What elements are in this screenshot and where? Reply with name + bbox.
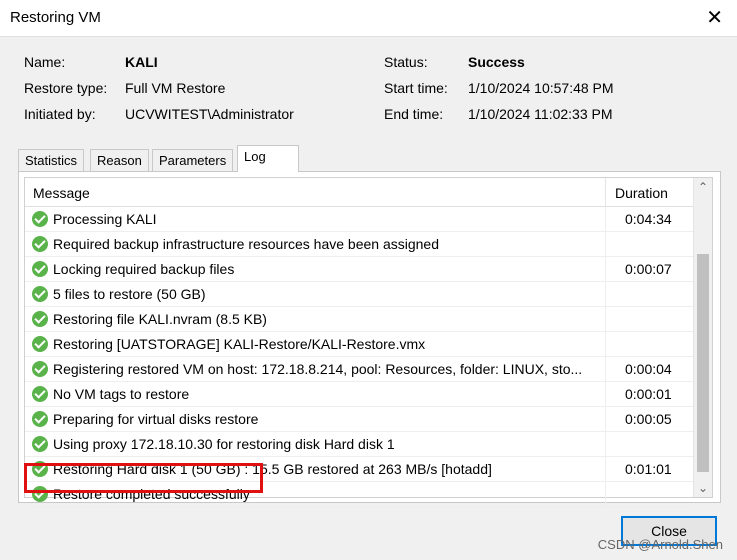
row-divider	[605, 332, 606, 356]
row-divider	[605, 432, 606, 456]
log-rows: Processing KALI 0:04:34 Required backup in…	[25, 207, 693, 507]
log-duration: 0:01:01	[625, 461, 672, 477]
log-duration: 0:00:04	[625, 361, 672, 377]
success-check-icon	[32, 361, 48, 377]
tab-reason[interactable]: Reason	[90, 149, 149, 172]
log-row[interactable]: Processing KALI 0:04:34	[25, 207, 693, 232]
row-divider	[605, 482, 606, 506]
tab-statistics[interactable]: Statistics	[18, 149, 85, 172]
log-row[interactable]: 5 files to restore (50 GB)	[25, 282, 693, 307]
log-message: Registering restored VM on host: 172.18.…	[53, 361, 583, 377]
log-message: Restoring Hard disk 1 (50 GB) : 15.5 GB …	[53, 461, 492, 477]
log-row[interactable]: Required backup infrastructure resources…	[25, 232, 693, 257]
log-panel: Message Duration Processing KALI 0:04:34 R…	[18, 171, 721, 507]
success-check-icon	[32, 286, 48, 302]
row-divider	[605, 457, 606, 481]
start-time-value: 1/10/2024 10:57:48 PM	[468, 80, 614, 96]
row-divider	[605, 407, 606, 431]
log-message: Preparing for virtual disks restore	[53, 411, 259, 427]
success-check-icon	[32, 386, 48, 402]
name-value: KALI	[125, 54, 158, 70]
scroll-down-icon[interactable]: ⌄	[694, 479, 712, 497]
log-message: 5 files to restore (50 GB)	[53, 286, 206, 302]
log-message: Processing KALI	[53, 211, 157, 227]
log-message: Using proxy 172.18.10.30 for restoring d…	[53, 436, 395, 452]
scroll-thumb[interactable]	[697, 254, 709, 472]
log-duration: 0:00:05	[625, 411, 672, 427]
success-check-icon	[32, 211, 48, 227]
success-check-icon	[32, 236, 48, 252]
log-row[interactable]: Restoring file KALI.nvram (8.5 KB)	[25, 307, 693, 332]
log-message: Required backup infrastructure resources…	[53, 236, 440, 252]
log-row[interactable]: Registering restored VM on host: 172.18.…	[25, 357, 693, 382]
vertical-scrollbar[interactable]: ⌃ ⌄	[693, 178, 712, 497]
log-row[interactable]: Using proxy 172.18.10.30 for restoring d…	[25, 432, 693, 457]
row-divider	[605, 357, 606, 381]
restore-type-value: Full VM Restore	[125, 80, 226, 96]
log-duration: 0:00:01	[625, 386, 672, 402]
success-check-icon	[32, 486, 48, 502]
tab-log[interactable]: Log	[237, 145, 299, 172]
restore-type-label: Restore type:	[24, 80, 108, 96]
row-divider	[605, 257, 606, 281]
success-check-icon	[32, 311, 48, 327]
message-column-header[interactable]: Message	[33, 185, 90, 201]
log-message: Locking required backup files	[53, 261, 235, 277]
close-icon[interactable]: ✕	[706, 5, 723, 30]
window-title: Restoring VM	[10, 9, 101, 26]
tab-parameters[interactable]: Parameters	[152, 149, 234, 172]
log-message: Restoring file KALI.nvram (8.5 KB)	[53, 311, 267, 327]
log-message: Restoring [UATSTORAGE] KALI-Restore/KALI…	[53, 336, 426, 352]
status-value: Success	[468, 54, 525, 70]
column-divider[interactable]	[605, 178, 606, 206]
row-divider	[605, 282, 606, 306]
success-check-icon	[32, 461, 48, 477]
success-check-icon	[32, 261, 48, 277]
log-message: Restore completed successfully	[53, 486, 250, 502]
row-divider	[605, 207, 606, 231]
success-check-icon	[32, 436, 48, 452]
row-divider	[605, 307, 606, 331]
name-label: Name:	[24, 54, 66, 70]
log-row[interactable]: Preparing for virtual disks restore 0:00:…	[25, 407, 693, 432]
row-divider	[605, 232, 606, 256]
log-header: Message Duration	[25, 178, 693, 207]
log-duration: 0:00:07	[625, 261, 672, 277]
row-divider	[605, 382, 606, 406]
success-check-icon	[32, 336, 48, 352]
duration-column-header[interactable]: Duration	[615, 185, 668, 201]
initiated-value: UCVWITEST\Administrator	[125, 106, 294, 122]
log-row[interactable]: Restoring [UATSTORAGE] KALI-Restore/KALI…	[25, 332, 693, 357]
status-label: Status:	[384, 54, 428, 70]
log-row[interactable]: Locking required backup files 0:00:07	[25, 257, 693, 282]
log-row[interactable]: Restore completed successfully	[25, 482, 693, 507]
initiated-label: Initiated by:	[24, 106, 96, 122]
watermark: CSDN @Arnold.Shen	[597, 537, 723, 552]
log-list: Message Duration Processing KALI 0:04:34 R…	[24, 177, 713, 507]
log-row[interactable]: Restoring Hard disk 1 (50 GB) : 15.5 GB …	[25, 457, 693, 482]
start-time-label: Start time:	[384, 80, 448, 96]
log-message: No VM tags to restore	[53, 386, 190, 402]
scroll-up-icon[interactable]: ⌃	[694, 178, 712, 196]
success-check-icon	[32, 411, 48, 427]
log-duration: 0:04:34	[625, 211, 672, 227]
log-row[interactable]: No VM tags to restore 0:00:01	[25, 382, 693, 407]
end-time-label: End time:	[384, 106, 444, 122]
title-bar: Restoring VM ✕	[0, 0, 737, 37]
end-time-value: 1/10/2024 11:02:33 PM	[468, 106, 613, 122]
